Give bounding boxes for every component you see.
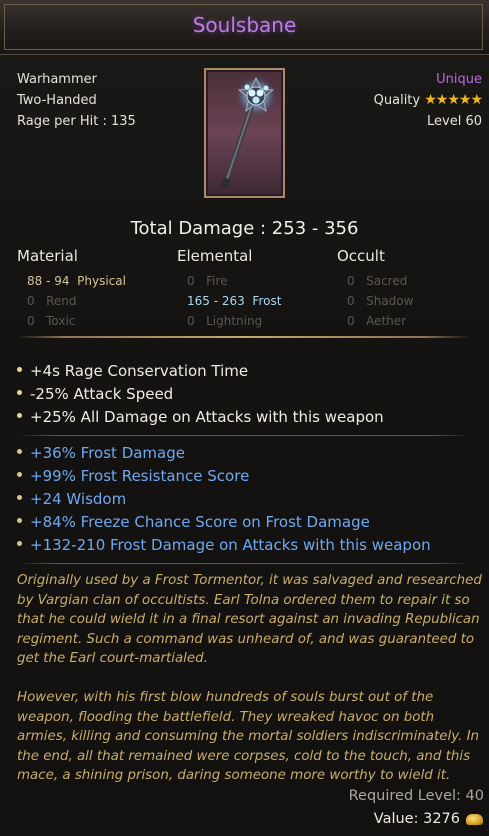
damage-value: 0: [187, 274, 195, 288]
damage-value: 0: [27, 294, 35, 308]
affix-divider: [17, 435, 470, 436]
base-affix: +25% All Damage on Attacks with this wea…: [17, 408, 384, 426]
damage-row-rend: 0 Rend: [17, 291, 126, 311]
magic-affix: +36% Frost Damage: [17, 444, 185, 462]
occult-damage-column: Occult 0 Sacred 0 Shadow 0 Aether: [337, 247, 413, 331]
damage-row-physical: 88 - 94 Physical: [17, 271, 126, 291]
item-rarity: Unique: [436, 72, 482, 87]
damage-type: Sacred: [366, 274, 408, 288]
item-level: Level 60: [427, 114, 482, 129]
material-damage-column: Material 88 - 94 Physical 0 Rend 0 Toxic: [17, 247, 126, 331]
quality-label: Quality: [373, 93, 421, 108]
affix-text: +132-210 Frost Damage on Attacks with th…: [30, 536, 431, 554]
bullet-icon: [17, 390, 22, 395]
damage-value: 0: [187, 314, 195, 328]
bullet-icon: [17, 518, 22, 523]
lore-paragraph: Originally used by a Frost Tormentor, it…: [17, 573, 482, 666]
damage-value: 88 - 94: [27, 274, 70, 288]
occult-header: Occult: [337, 247, 385, 265]
affix-text: +4s Rage Conservation Time: [30, 362, 249, 380]
item-type: Warhammer: [17, 72, 97, 87]
damage-type: Shadow: [366, 294, 414, 308]
tooltip-header: Soulsbane: [0, 0, 489, 55]
section-divider: [17, 336, 470, 338]
affix-text: +24 Wisdom: [30, 490, 127, 508]
damage-type: Rend: [46, 294, 77, 308]
rage-per-hit: Rage per Hit : 135: [17, 114, 136, 129]
item-handedness: Two-Handed: [17, 93, 97, 108]
bullet-icon: [17, 495, 22, 500]
item-tooltip: Soulsbane Warhammer Two-Handed Rage per …: [0, 0, 489, 836]
damage-type: Frost: [252, 294, 282, 308]
magic-affix: +132-210 Frost Damage on Attacks with th…: [17, 536, 431, 554]
affix-text: -25% Attack Speed: [30, 385, 174, 403]
material-header: Material: [17, 247, 78, 265]
damage-row-toxic: 0 Toxic: [17, 311, 126, 331]
total-damage: Total Damage : 253 - 356: [130, 218, 359, 239]
damage-row-frost: 165 - 263 Frost: [177, 291, 281, 311]
magic-affix: +99% Frost Resistance Score: [17, 467, 249, 485]
bullet-icon: [17, 472, 22, 477]
damage-value: 0: [27, 314, 35, 328]
bullet-icon: [17, 413, 22, 418]
value-text: Value: 3276: [373, 811, 460, 827]
item-image-card: [204, 68, 285, 198]
item-quality-info: Unique Quality ★★★★★ Level 60: [373, 69, 483, 132]
damage-value: 165 - 263: [187, 294, 245, 308]
base-affix: +4s Rage Conservation Time: [17, 362, 248, 380]
damage-type: Fire: [206, 274, 228, 288]
damage-row-aether: 0 Aether: [337, 311, 413, 331]
quality-row: Quality ★★★★★: [373, 90, 483, 111]
damage-value: 0: [347, 314, 355, 328]
quality-stars: ★★★★★: [424, 92, 483, 108]
item-value: Value: 3276: [374, 811, 483, 827]
item-name: Soulsbane: [192, 13, 297, 37]
required-level: Required Level: 40: [348, 788, 484, 804]
damage-type: Physical: [77, 274, 126, 288]
affix-text: +99% Frost Resistance Score: [30, 467, 250, 485]
damage-row-shadow: 0 Shadow: [337, 291, 413, 311]
elemental-damage-column: Elemental 0 Fire 165 - 263 Frost 0 Light…: [177, 247, 281, 331]
damage-row-fire: 0 Fire: [177, 271, 281, 291]
lore-divider: [17, 563, 470, 564]
gold-coins-icon: [466, 813, 483, 825]
item-basic-info: Warhammer Two-Handed Rage per Hit : 135: [17, 69, 136, 132]
damage-row-lightning: 0 Lightning: [177, 311, 281, 331]
damage-row-sacred: 0 Sacred: [337, 271, 413, 291]
mace-weapon-icon: [220, 76, 276, 189]
bullet-icon: [17, 541, 22, 546]
elemental-header: Elemental: [177, 247, 253, 265]
base-affix: -25% Attack Speed: [17, 385, 173, 403]
bullet-icon: [17, 367, 22, 372]
damage-value: 0: [347, 274, 355, 288]
magic-affix: +24 Wisdom: [17, 490, 126, 508]
damage-type: Toxic: [46, 314, 76, 328]
lore-paragraph: However, with his first blow hundreds of…: [17, 690, 480, 783]
damage-value: 0: [347, 294, 355, 308]
magic-affix: +84% Freeze Chance Score on Frost Damage: [17, 513, 370, 531]
damage-type: Lightning: [206, 314, 263, 328]
affix-text: +84% Freeze Chance Score on Frost Damage: [30, 513, 370, 531]
affix-text: +25% All Damage on Attacks with this wea…: [30, 408, 384, 426]
damage-type: Aether: [366, 314, 407, 328]
bullet-icon: [17, 449, 22, 454]
affix-text: +36% Frost Damage: [30, 444, 185, 462]
